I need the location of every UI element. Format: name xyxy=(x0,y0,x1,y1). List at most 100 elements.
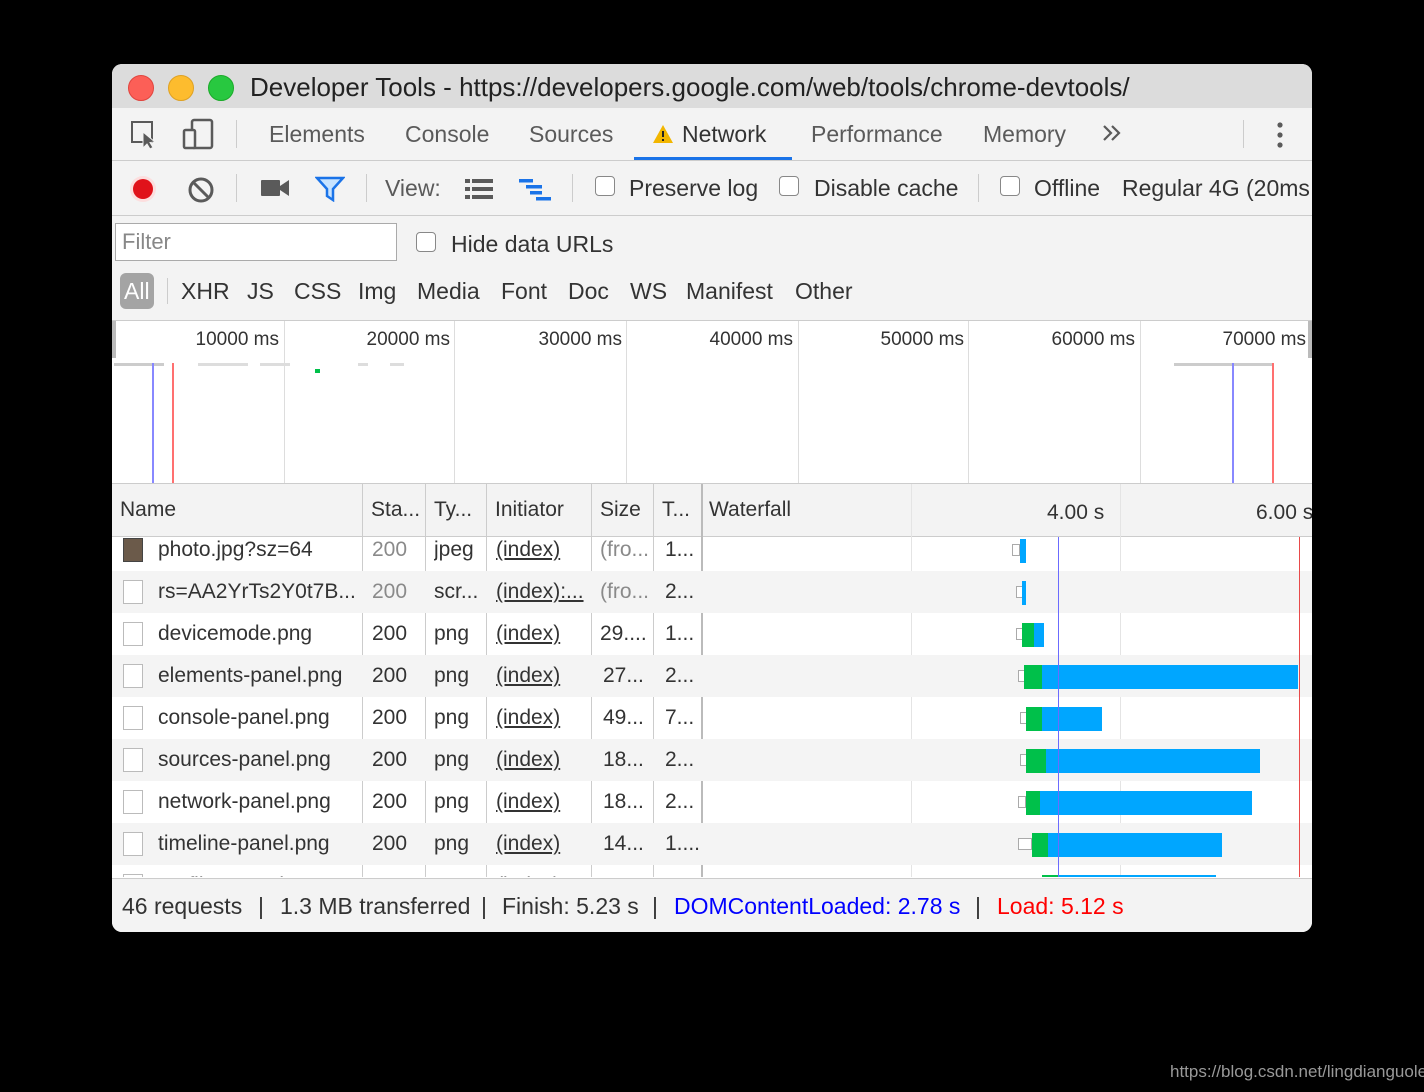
overview-tick-label: 10000 ms xyxy=(195,329,279,350)
filter-type-font[interactable]: Font xyxy=(501,273,547,309)
column-header-type[interactable]: Ty... xyxy=(434,484,489,536)
activity-mark xyxy=(358,363,368,366)
request-initiator[interactable]: (index) xyxy=(496,655,586,697)
filter-type-xhr[interactable]: XHR xyxy=(181,273,230,309)
request-size: 49... xyxy=(603,706,644,729)
filter-type-js[interactable]: JS xyxy=(247,273,274,309)
column-header-size[interactable]: Size xyxy=(600,484,655,536)
waterfall-download-bar xyxy=(1042,707,1102,731)
column-header-name[interactable]: Name xyxy=(120,484,360,536)
request-initiator[interactable]: (index) xyxy=(496,865,586,877)
tab-network[interactable]: Network xyxy=(652,108,766,160)
request-initiator[interactable]: (index) xyxy=(496,781,586,823)
activity-mark xyxy=(260,363,290,366)
record-icon[interactable] xyxy=(128,174,158,209)
tab-performance[interactable]: Performance xyxy=(811,108,943,160)
request-initiator[interactable]: (index) xyxy=(496,613,586,655)
filter-type-doc[interactable]: Doc xyxy=(568,273,609,309)
filter-type-other[interactable]: Other xyxy=(795,273,853,309)
table-row[interactable]: sources-panel.png 200 png (index) 18... … xyxy=(112,739,1312,781)
request-status: 200 xyxy=(372,832,408,855)
capture-screenshots-icon[interactable] xyxy=(260,178,290,203)
hide-data-urls-checkbox[interactable] xyxy=(416,232,436,252)
request-name: rs=AA2YrTs2Y0t7B... xyxy=(158,580,356,603)
column-header-initiator[interactable]: Initiator xyxy=(495,484,592,536)
offline-checkbox[interactable] xyxy=(1000,176,1020,196)
overview-tick-label: 70000 ms xyxy=(1222,329,1306,350)
column-header-time[interactable]: T... xyxy=(662,484,700,536)
request-initiator[interactable]: (index) xyxy=(496,537,586,571)
tab-network-label: Network xyxy=(682,121,767,147)
table-row[interactable]: timeline-panel.png 200 png (index) 14...… xyxy=(112,823,1312,865)
large-rows-icon[interactable] xyxy=(464,178,494,205)
request-status: 200 xyxy=(372,748,408,771)
waterfall-queue-mark xyxy=(1018,796,1026,808)
request-initiator[interactable]: (index) xyxy=(496,697,586,739)
filter-type-ws[interactable]: WS xyxy=(630,273,667,309)
filter-type-img[interactable]: Img xyxy=(358,273,396,309)
request-size: 18... xyxy=(603,748,644,771)
request-name: sources-panel.png xyxy=(158,748,331,771)
tab-sources[interactable]: Sources xyxy=(529,108,613,160)
hide-data-urls-label: Hide data URLs xyxy=(451,231,614,257)
filter-type-all[interactable]: All xyxy=(120,273,154,309)
request-time: 1... xyxy=(665,865,699,877)
preserve-log-label: Preserve log xyxy=(629,175,759,201)
tab-elements[interactable]: Elements xyxy=(269,108,365,160)
overview-handle-left[interactable] xyxy=(112,321,116,358)
table-row[interactable]: devicemode.png 200 png (index) 29.... 1.… xyxy=(112,613,1312,655)
image-file-icon xyxy=(123,706,143,730)
overview-waterfall-icon[interactable] xyxy=(518,178,552,207)
waterfall-tick-label: 4.00 s xyxy=(1047,501,1105,524)
request-initiator[interactable]: (index) xyxy=(496,739,586,781)
device-toolbar-icon[interactable] xyxy=(182,118,216,157)
filter-type-css[interactable]: CSS xyxy=(294,273,341,309)
activity-mark xyxy=(390,363,404,366)
table-row[interactable]: console-panel.png 200 png (index) 49... … xyxy=(112,697,1312,739)
filter-icon[interactable] xyxy=(314,176,346,207)
throttling-select[interactable]: Regular 4G (20ms xyxy=(1122,161,1312,215)
inspect-element-icon[interactable] xyxy=(130,120,160,155)
image-file-icon xyxy=(123,790,143,814)
request-initiator[interactable]: (index):... xyxy=(496,571,586,613)
waterfall-load-line xyxy=(1299,537,1300,877)
column-header-waterfall[interactable]: Waterfall xyxy=(709,484,899,536)
overview-timeline[interactable]: 10000 ms 20000 ms 30000 ms 40000 ms 5000… xyxy=(112,321,1312,484)
overview-dcl-line xyxy=(1232,363,1234,483)
filter-type-media[interactable]: Media xyxy=(417,273,480,309)
tab-memory[interactable]: Memory xyxy=(983,108,1066,160)
menu-kebab-icon[interactable] xyxy=(1274,120,1286,155)
request-size: 14... xyxy=(603,832,644,855)
waterfall-download-bar xyxy=(1048,833,1222,857)
filter-input[interactable] xyxy=(115,223,397,261)
minimize-window-button[interactable] xyxy=(168,75,194,101)
request-status: 200 xyxy=(372,580,408,603)
network-toolbar: View: Preserve log Disable cache Offline… xyxy=(112,161,1312,216)
table-row[interactable]: rs=AA2YrTs2Y0t7B... 200 scr... (index):.… xyxy=(112,571,1312,613)
table-row[interactable]: photo.jpg?sz=64 200 jpeg (index) (fro...… xyxy=(112,537,1312,571)
disable-cache-checkbox[interactable] xyxy=(779,176,799,196)
tab-console[interactable]: Console xyxy=(405,108,489,160)
column-header-status[interactable]: Sta... xyxy=(371,484,427,536)
table-row[interactable]: profiles-panel.png 200 png (index) 13...… xyxy=(112,865,1312,877)
request-type: png xyxy=(434,748,470,771)
filter-type-manifest[interactable]: Manifest xyxy=(686,273,773,309)
activity-mark xyxy=(1174,363,1274,366)
request-initiator[interactable]: (index) xyxy=(496,823,586,865)
table-row[interactable]: network-panel.png 200 png (index) 18... … xyxy=(112,781,1312,823)
devtools-window: Developer Tools - https://developers.goo… xyxy=(112,64,1312,932)
close-window-button[interactable] xyxy=(128,75,154,101)
waterfall-tick-label: 6.00 s xyxy=(1256,501,1312,524)
clear-icon[interactable] xyxy=(187,176,215,209)
maximize-window-button[interactable] xyxy=(208,75,234,101)
table-row[interactable]: elements-panel.png 200 png (index) 27...… xyxy=(112,655,1312,697)
activity-mark xyxy=(315,369,320,373)
finish-time: Finish: 5.23 s xyxy=(502,893,639,919)
more-tabs-icon[interactable] xyxy=(1101,122,1123,149)
request-time: 2... xyxy=(665,790,695,813)
request-name: network-panel.png xyxy=(158,790,331,813)
transferred-size: 1.3 MB transferred xyxy=(280,893,471,919)
preserve-log-checkbox[interactable] xyxy=(595,176,615,196)
overview-handle-right[interactable] xyxy=(1308,321,1312,358)
request-status: 200 xyxy=(372,790,408,813)
